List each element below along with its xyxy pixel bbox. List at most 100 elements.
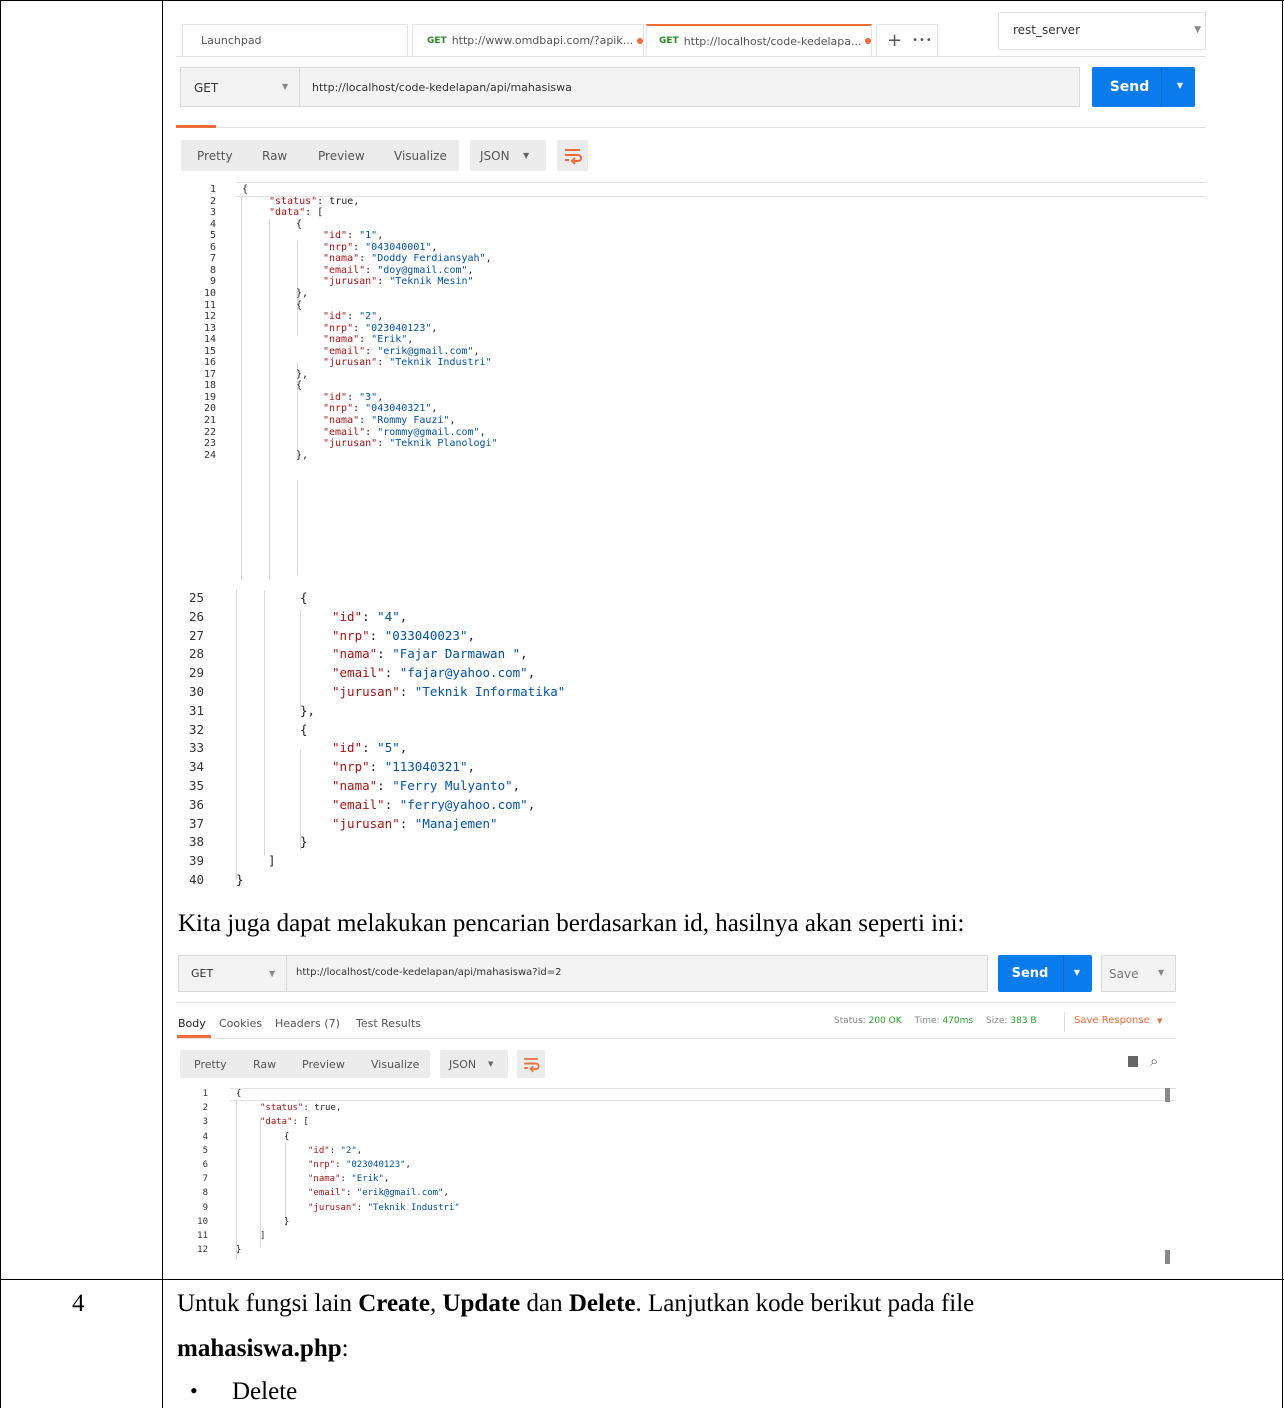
code-line: ] [268,853,276,868]
line-number: 2 [209,195,216,207]
tab-test-results[interactable]: Test Results [356,1017,421,1030]
line-number: 15 [203,345,216,357]
json-string: "fajar@yahoo.com" [399,665,528,681]
bullet-item: Delete [232,1378,298,1405]
code-line: "jurusan": "Teknik Mesin" [323,276,474,287]
json-string: "Teknik Planologi" [389,438,498,450]
tab-pretty[interactable]: Pretty [197,149,233,163]
line-number: 14 [203,334,216,346]
tab-pretty[interactable]: Pretty [194,1058,227,1071]
wrap-lines-button[interactable] [557,140,588,171]
format-select[interactable]: JSON ▼ [440,1050,508,1078]
indent-guide [236,590,237,880]
code-line: "jurusan": "Teknik Industri" [308,1203,460,1213]
scrollbar-thumb[interactable] [1165,1088,1170,1102]
method-select[interactable]: GET ▼ [181,68,300,106]
json-string: "Teknik Mesin" [389,276,474,288]
json-punct: } [300,834,308,850]
scrollbar-thumb-bottom[interactable] [1165,1250,1170,1264]
table-border-divider [162,0,163,1408]
json-punct: : [369,759,385,775]
tab-cookies[interactable]: Cookies [219,1017,262,1030]
wrap-icon [565,149,582,165]
json-key: "email" [332,665,385,681]
json-key: "nrp" [308,1160,336,1170]
line-number: 33 [188,740,204,756]
save-label: Save [1109,967,1139,981]
json-punct: : [347,230,360,242]
url-input[interactable]: http://localhost/code-kedelapan/api/maha… [296,967,561,978]
code-line: ] [260,1231,265,1241]
json-key: "nama" [332,778,378,793]
wrap-lines-button[interactable] [517,1050,545,1078]
response-meta: Status: 200 OK Time: 470ms Size: 383 B [834,1016,1037,1026]
json-string: "erik@gmail.com" [356,1188,444,1199]
url-input[interactable]: http://localhost/code-kedelapan/api/maha… [312,81,572,94]
line-number: 5 [209,230,216,242]
new-tab-button[interactable]: + ••• [876,24,938,56]
code-line: "email": "ferry@yahoo.com", [332,797,535,812]
row-number: 4 [72,1290,85,1317]
line-number: 6 [209,241,216,253]
save-response-button[interactable]: Save Response ▼ [1074,1015,1162,1026]
json-punct: : [377,357,390,369]
more-icon[interactable]: ••• [912,35,933,46]
tab-visualize[interactable]: Visualize [394,149,447,163]
tab-preview[interactable]: Preview [318,149,365,163]
line-number: 5 [202,1145,208,1156]
line-number: 7 [202,1174,208,1185]
tab-visualize[interactable]: Visualize [371,1058,419,1071]
line-number: 21 [203,415,216,426]
send-divider [1161,67,1162,107]
json-punct: : [335,1160,346,1170]
environment-select[interactable]: rest_server ▼ [998,12,1206,50]
indent-guide [285,1142,286,1226]
code-line: "jurusan": "Manajemen" [332,816,498,831]
keyword-update: Update [442,1290,521,1317]
text: : [341,1335,349,1362]
json-punct: : [365,345,378,357]
tab-body[interactable]: Body [178,1017,206,1030]
json-string: "Doddy Ferdiansyah" [371,253,486,265]
copy-icon[interactable] [1128,1056,1138,1067]
tab-raw[interactable]: Raw [262,149,287,163]
line-number: 17 [203,368,216,380]
json-punct: , [377,230,384,242]
tab-headers[interactable]: Headers (7) [275,1017,340,1030]
json-punct: } [284,1216,290,1227]
save-button[interactable]: Save ▼ [1101,955,1176,992]
tab-preview[interactable]: Preview [302,1058,345,1071]
json-key: "id" [332,608,363,624]
method-select[interactable]: GET ▼ [179,956,287,991]
json-punct: { [236,1089,242,1099]
send-divider [1063,955,1064,992]
json-punct: , [431,403,438,415]
json-punct: { [296,218,303,230]
chevron-down-icon[interactable]: ▼ [1177,81,1183,90]
json-key: "email" [332,796,385,812]
json-punct: , [399,740,408,756]
code-line: } [300,834,308,849]
search-icon[interactable]: ⌕ [1150,1052,1158,1070]
send-button[interactable]: Send ▼ [1092,67,1195,107]
paragraph: Kita juga dapat melakukan pencarian berd… [178,910,965,937]
tab-launchpad[interactable]: Launchpad [182,24,408,56]
send-button[interactable]: Send ▼ [998,955,1092,992]
code-line: }, [296,288,308,299]
format-select[interactable]: JSON ▼ [470,140,546,171]
unsaved-dot-icon [865,38,871,44]
json-punct: , [449,415,456,426]
json-string: "Fajar Darmawan " [392,646,521,662]
active-tab-indicator [176,125,216,128]
line-number: 34 [188,759,204,775]
code-line: "nama": "Fajar Darmawan ", [332,646,528,661]
chevron-down-icon[interactable]: ▼ [1074,968,1080,977]
tab-localhost[interactable]: GET http://localhost/code-kedelapa... [646,24,872,56]
json-string: "023040123" [365,322,432,334]
tab-raw[interactable]: Raw [253,1058,276,1071]
tab-omdbapi[interactable]: GET http://www.omdbapi.com/?apik... [412,24,644,56]
code-line: { [296,219,302,230]
code-line: { [296,380,302,391]
json-key: "nrp" [323,322,354,334]
line-number: 12 [203,311,216,323]
